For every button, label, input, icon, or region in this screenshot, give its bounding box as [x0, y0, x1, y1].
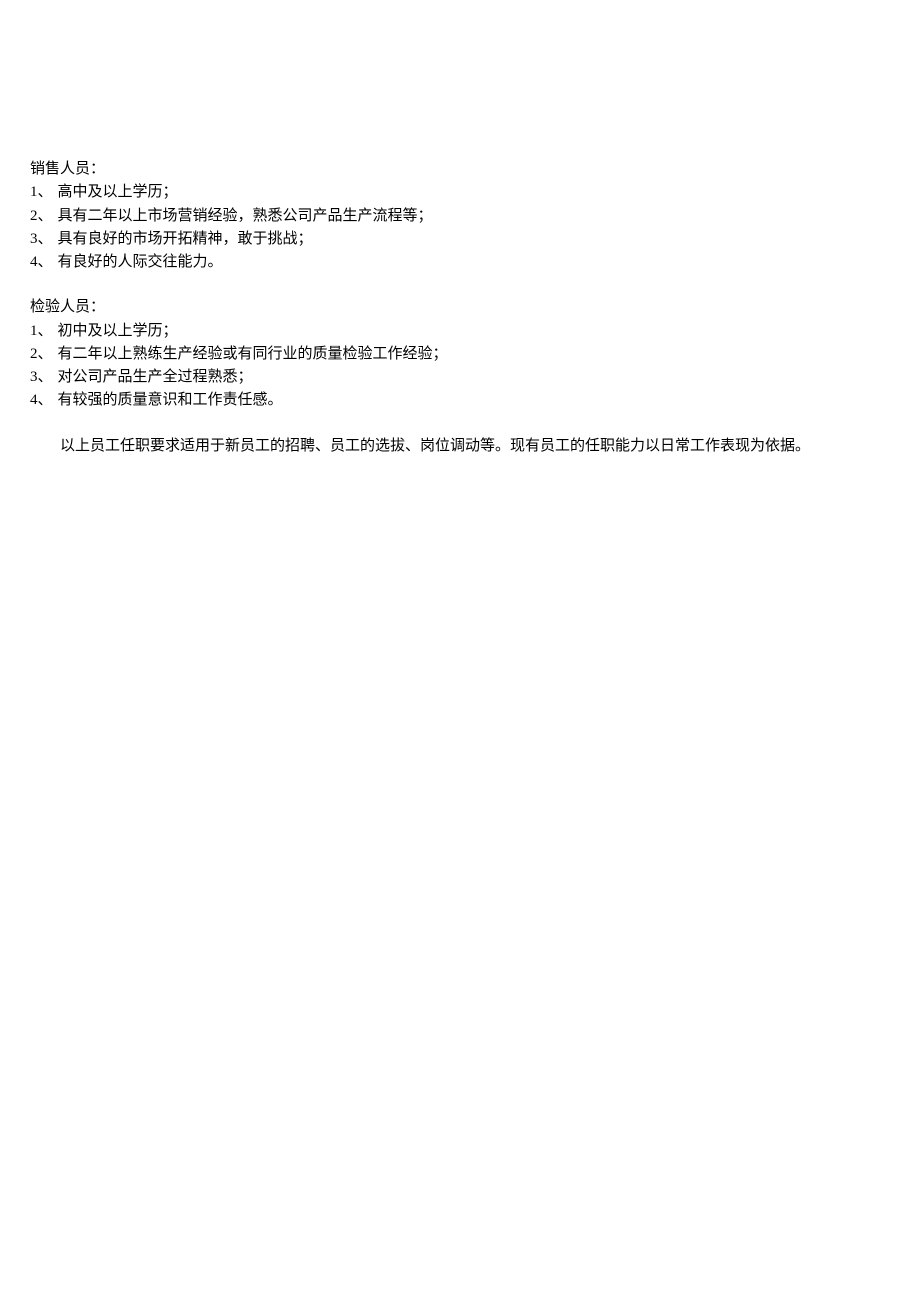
item-text: 高中及以上学历； [58, 181, 178, 204]
list-item: 2、 有二年以上熟练生产经验或有同行业的质量检验工作经验； [30, 343, 890, 366]
item-text: 有二年以上熟练生产经验或有同行业的质量检验工作经验； [58, 343, 448, 366]
list-item: 2、 具有二年以上市场营销经验，熟悉公司产品生产流程等； [30, 205, 890, 228]
list-item: 4、 有良好的人际交往能力。 [30, 251, 890, 274]
summary-paragraph: 以上员工任职要求适用于新员工的招聘、员工的选拔、岗位调动等。现有员工的任职能力以… [30, 435, 890, 458]
item-text: 初中及以上学历； [58, 320, 178, 343]
item-text: 有较强的质量意识和工作责任感。 [58, 389, 283, 412]
section-sales: 销售人员： 1、 高中及以上学历； 2、 具有二年以上市场营销经验，熟悉公司产品… [30, 158, 890, 274]
list-item: 4、 有较强的质量意识和工作责任感。 [30, 389, 890, 412]
list-item: 1、 高中及以上学历； [30, 181, 890, 204]
item-number: 4、 [30, 389, 53, 412]
item-number: 1、 [30, 181, 53, 204]
item-number: 2、 [30, 205, 53, 228]
item-number: 3、 [30, 228, 53, 251]
section-title-inspection: 检验人员： [30, 296, 890, 319]
item-text: 具有二年以上市场营销经验，熟悉公司产品生产流程等； [58, 205, 433, 228]
list-item: 3、 具有良好的市场开拓精神，敢于挑战； [30, 228, 890, 251]
section-title-sales: 销售人员： [30, 158, 890, 181]
section-inspection: 检验人员： 1、 初中及以上学历； 2、 有二年以上熟练生产经验或有同行业的质量… [30, 296, 890, 412]
item-text: 对公司产品生产全过程熟悉； [58, 366, 253, 389]
item-number: 3、 [30, 366, 53, 389]
item-number: 2、 [30, 343, 53, 366]
item-number: 4、 [30, 251, 53, 274]
item-number: 1、 [30, 320, 53, 343]
list-item: 3、 对公司产品生产全过程熟悉； [30, 366, 890, 389]
list-item: 1、 初中及以上学历； [30, 320, 890, 343]
item-text: 具有良好的市场开拓精神，敢于挑战； [58, 228, 313, 251]
item-text: 有良好的人际交往能力。 [58, 251, 223, 274]
